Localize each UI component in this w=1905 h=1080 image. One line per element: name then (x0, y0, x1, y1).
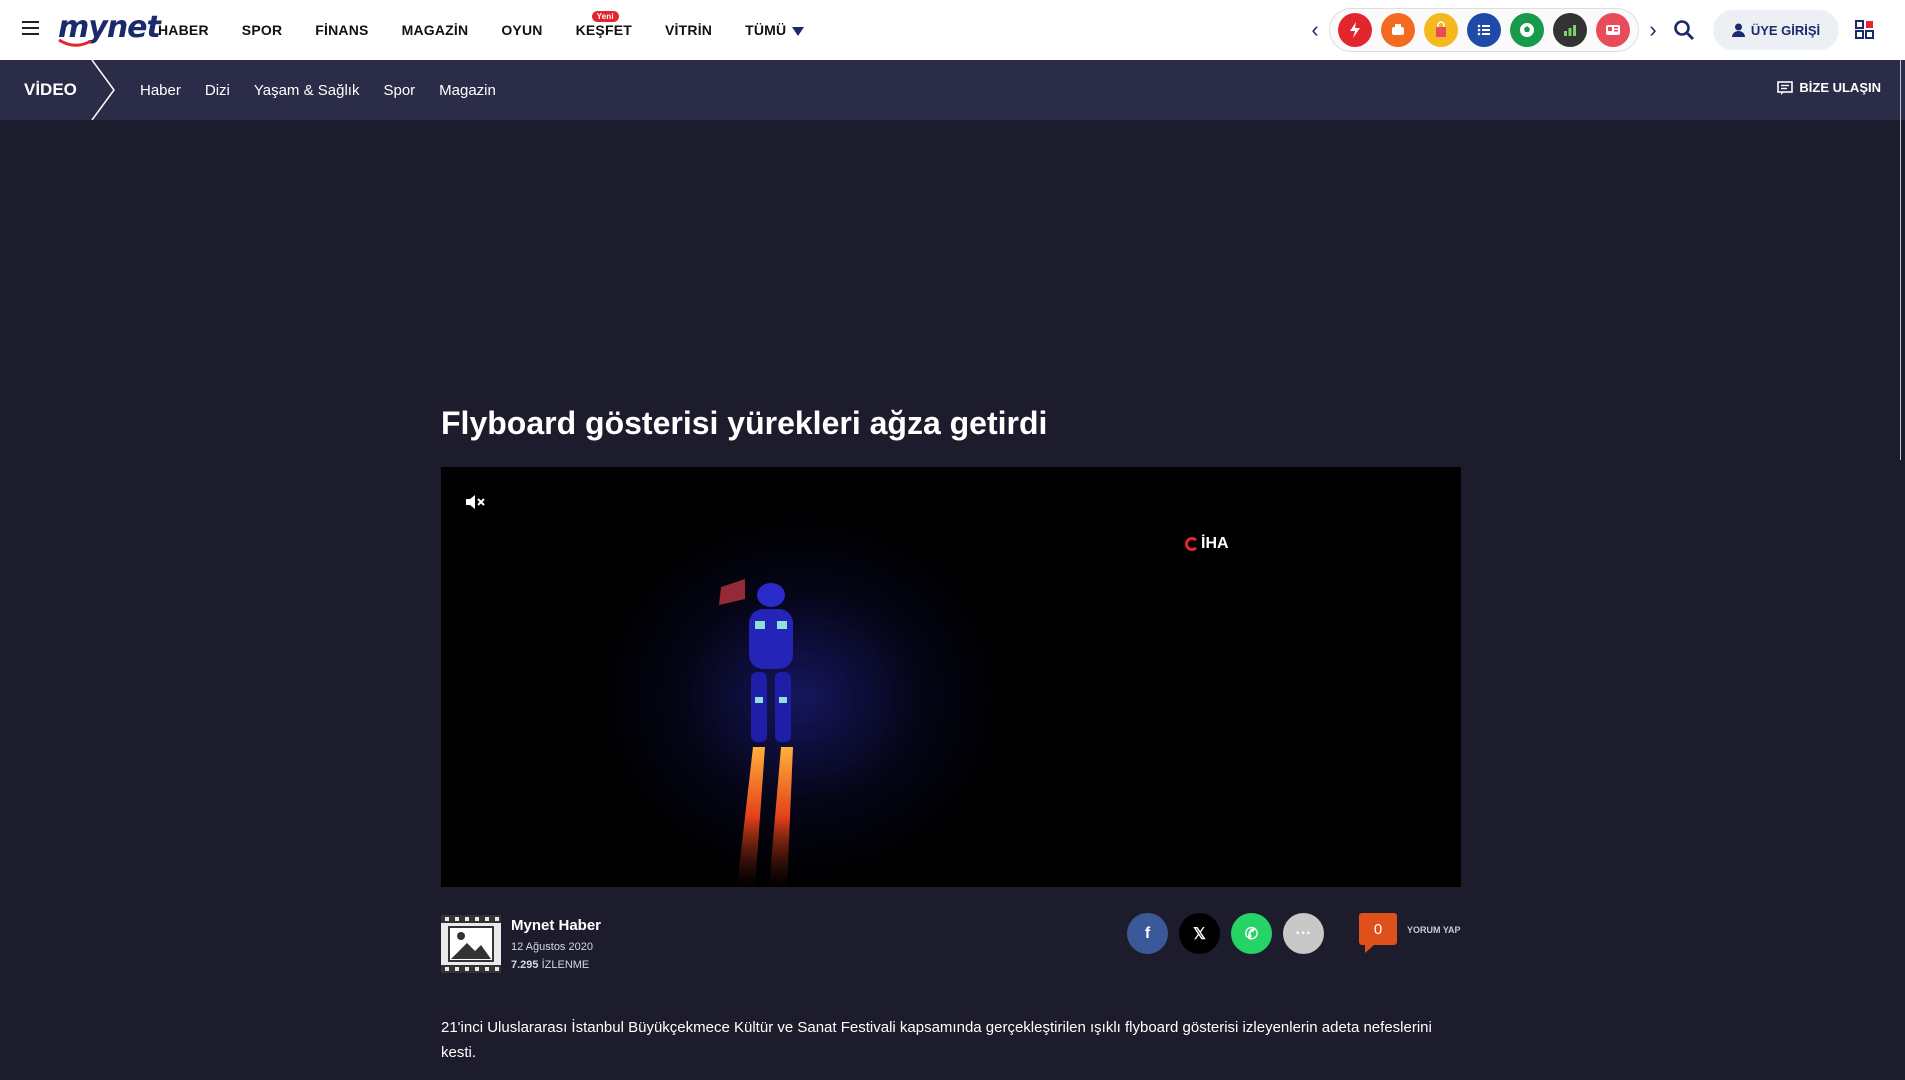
nav-magazin[interactable]: MAGAZİN (402, 22, 469, 38)
logo-swoosh-icon (58, 38, 92, 47)
search-icon[interactable] (1672, 18, 1696, 42)
nav-finans[interactable]: FİNANS (315, 22, 368, 38)
comment-count-button[interactable]: 0 (1359, 913, 1397, 945)
view-count: 7.295 İZLENME (511, 959, 589, 971)
contact-label: BİZE ULAŞIN (1799, 80, 1881, 95)
mute-icon[interactable] (465, 493, 487, 511)
view-count-number: 7.295 (511, 959, 539, 971)
news-icon[interactable] (1596, 13, 1630, 47)
new-badge: Yeni (591, 11, 619, 22)
list-icon[interactable] (1467, 13, 1501, 47)
comment-count: 0 (1373, 920, 1383, 938)
subnav-links: Haber Dizi Yaşam & Sağlık Spor Magazin (140, 60, 520, 120)
section-title-video[interactable]: VİDEO (24, 80, 77, 100)
message-icon (1777, 80, 1794, 95)
hamburger-menu-icon[interactable] (22, 21, 39, 36)
nav-haber[interactable]: HABER (158, 22, 209, 38)
quick-links: ‹ › (1307, 8, 1661, 52)
subnav-item-magazin[interactable]: Magazin (439, 82, 496, 99)
football-icon[interactable] (1510, 13, 1544, 47)
author-name[interactable]: Mynet Haber (511, 917, 601, 934)
nav-vitrin[interactable]: VİTRİN (665, 22, 712, 38)
contact-us-button[interactable]: BİZE ULAŞIN (1777, 80, 1881, 95)
share-whatsapp-button[interactable]: ✆ (1231, 913, 1272, 954)
chevron-left-icon[interactable]: ‹ (1307, 17, 1323, 43)
chevron-separator-icon (91, 60, 115, 120)
subnav-item-yasam-saglik[interactable]: Yaşam & Sağlık (254, 82, 360, 99)
flyboard-performer-figure (719, 579, 793, 887)
video-subnav: VİDEO Haber Dizi Yaşam & Sağlık Spor Mag… (0, 60, 1905, 120)
user-icon (1731, 23, 1745, 37)
article-title: Flyboard gösterisi yürekleri ağza getird… (441, 405, 1048, 441)
share-facebook-button[interactable]: f (1127, 913, 1168, 954)
article-meta: Mynet Haber 12 Ağustos 2020 7.295 İZLENM… (441, 913, 1461, 973)
main-nav: HABER SPOR FİNANS MAGAZİN OYUN Yeni KEŞF… (158, 0, 837, 60)
nav-kesfet[interactable]: Yeni KEŞFET (575, 11, 632, 38)
food-icon[interactable] (1381, 13, 1415, 47)
login-button[interactable]: ÜYE GİRİŞİ (1713, 10, 1839, 50)
apps-grid-icon[interactable] (1855, 20, 1875, 40)
author-image-placeholder-icon (441, 915, 501, 973)
chevron-right-icon[interactable]: › (1645, 17, 1661, 43)
share-more-button[interactable]: ··· (1283, 913, 1324, 954)
nav-kesfet-label: KEŞFET (575, 22, 632, 38)
x-icon: 𝕏 (1193, 925, 1206, 943)
shopping-icon[interactable] (1424, 13, 1458, 47)
view-count-label: İZLENME (541, 959, 590, 971)
caret-down-icon (792, 26, 805, 36)
flash-icon[interactable] (1338, 13, 1372, 47)
scrollbar[interactable] (1900, 60, 1901, 460)
iha-watermark: İHA (1185, 535, 1229, 553)
nav-spor[interactable]: SPOR (242, 22, 282, 38)
comment-label[interactable]: YORUM YAP (1407, 925, 1461, 935)
more-dots-icon: ··· (1295, 924, 1312, 942)
subnav-item-spor[interactable]: Spor (383, 82, 415, 99)
facebook-icon: f (1144, 924, 1151, 942)
comment-bubble-tail-icon (1365, 944, 1375, 953)
quick-links-pill (1329, 8, 1639, 52)
share-x-button[interactable]: 𝕏 (1179, 913, 1220, 954)
iha-ring-icon (1185, 537, 1199, 551)
publish-date: 12 Ağustos 2020 (511, 941, 593, 953)
subnav-item-haber[interactable]: Haber (140, 82, 181, 99)
nav-tumu[interactable]: TÜMÜ (745, 22, 805, 38)
nav-oyun[interactable]: OYUN (501, 22, 542, 38)
whatsapp-icon: ✆ (1244, 925, 1259, 943)
video-player[interactable]: İHA (441, 467, 1461, 887)
subnav-item-dizi[interactable]: Dizi (205, 82, 230, 99)
article-description: 21'inci Uluslararası İstanbul Büyükçekme… (441, 1019, 1432, 1061)
finance-chart-icon[interactable] (1553, 13, 1587, 47)
nav-tumu-label: TÜMÜ (745, 22, 787, 38)
login-label: ÜYE GİRİŞİ (1750, 22, 1821, 38)
iha-watermark-text: İHA (1201, 535, 1229, 552)
top-header: mynet HABER SPOR FİNANS MAGAZİN OYUN Yen… (0, 0, 1905, 60)
